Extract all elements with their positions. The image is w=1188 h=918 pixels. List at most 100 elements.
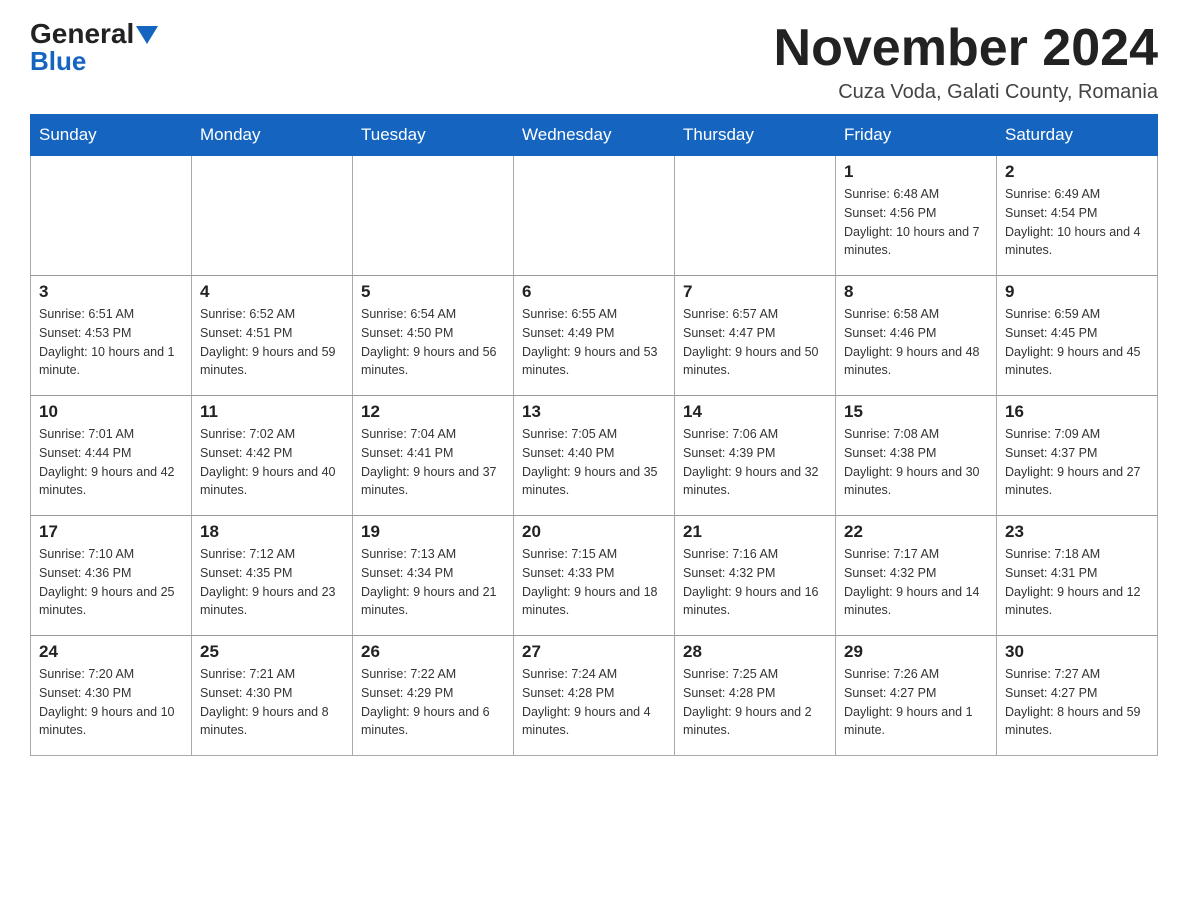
day-info: Sunrise: 6:52 AMSunset: 4:51 PMDaylight:…	[200, 305, 344, 380]
weekday-header-row: SundayMondayTuesdayWednesdayThursdayFrid…	[31, 115, 1158, 156]
location: Cuza Voda, Galati County, Romania	[774, 81, 1158, 104]
calendar-cell: 11 Sunrise: 7:02 AMSunset: 4:42 PMDayligh…	[192, 396, 353, 516]
calendar-cell	[353, 156, 514, 276]
calendar-cell: 18 Sunrise: 7:12 AMSunset: 4:35 PMDayligh…	[192, 516, 353, 636]
calendar-cell: 6Sunrise: 6:55 AMSunset: 4:49 PMDaylight…	[514, 276, 675, 396]
day-info: Sunrise: 7:26 AMSunset: 4:27 PMDaylight:…	[844, 665, 988, 740]
day-number: 23	[1005, 522, 1149, 542]
day-info: Sunrise: 7:21 AMSunset: 4:30 PMDaylight:…	[200, 665, 344, 740]
calendar-cell: 7Sunrise: 6:57 AMSunset: 4:47 PMDaylight…	[675, 276, 836, 396]
calendar-cell: 30 Sunrise: 7:27 AMSunset: 4:27 PMDayligh…	[997, 636, 1158, 756]
day-info: Sunrise: 7:10 AMSunset: 4:36 PMDaylight:…	[39, 545, 183, 620]
calendar-cell: 24 Sunrise: 7:20 AMSunset: 4:30 PMDayligh…	[31, 636, 192, 756]
calendar-cell	[31, 156, 192, 276]
calendar-week-3: 10 Sunrise: 7:01 AMSunset: 4:44 PMDayligh…	[31, 396, 1158, 516]
calendar-cell: 10 Sunrise: 7:01 AMSunset: 4:44 PMDayligh…	[31, 396, 192, 516]
day-info: Sunrise: 7:05 AMSunset: 4:40 PMDaylight:…	[522, 425, 666, 500]
calendar-cell: 9 Sunrise: 6:59 AMSunset: 4:45 PMDaylight…	[997, 276, 1158, 396]
day-info: Sunrise: 7:27 AMSunset: 4:27 PMDaylight:…	[1005, 665, 1149, 740]
calendar-cell: 2 Sunrise: 6:49 AMSunset: 4:54 PMDaylight…	[997, 156, 1158, 276]
day-number: 29	[844, 642, 988, 662]
day-info: Sunrise: 7:22 AMSunset: 4:29 PMDaylight:…	[361, 665, 505, 740]
calendar-cell	[675, 156, 836, 276]
calendar-cell: 22Sunrise: 7:17 AMSunset: 4:32 PMDayligh…	[836, 516, 997, 636]
calendar-cell: 13 Sunrise: 7:05 AMSunset: 4:40 PMDayligh…	[514, 396, 675, 516]
logo-triangle-icon	[136, 26, 158, 44]
calendar-week-5: 24 Sunrise: 7:20 AMSunset: 4:30 PMDayligh…	[31, 636, 1158, 756]
day-info: Sunrise: 6:59 AMSunset: 4:45 PMDaylight:…	[1005, 305, 1149, 380]
logo-general: General	[30, 20, 134, 48]
calendar-cell: 29 Sunrise: 7:26 AMSunset: 4:27 PMDayligh…	[836, 636, 997, 756]
day-number: 3	[39, 282, 183, 302]
day-info: Sunrise: 7:24 AMSunset: 4:28 PMDaylight:…	[522, 665, 666, 740]
calendar-cell: 5Sunrise: 6:54 AMSunset: 4:50 PMDaylight…	[353, 276, 514, 396]
weekday-header-thursday: Thursday	[675, 115, 836, 156]
day-number: 15	[844, 402, 988, 422]
day-number: 14	[683, 402, 827, 422]
day-number: 28	[683, 642, 827, 662]
day-info: Sunrise: 7:08 AMSunset: 4:38 PMDaylight:…	[844, 425, 988, 500]
day-number: 24	[39, 642, 183, 662]
day-number: 21	[683, 522, 827, 542]
calendar-cell: 3 Sunrise: 6:51 AMSunset: 4:53 PMDaylight…	[31, 276, 192, 396]
calendar-cell: 19Sunrise: 7:13 AMSunset: 4:34 PMDayligh…	[353, 516, 514, 636]
day-number: 25	[200, 642, 344, 662]
day-number: 17	[39, 522, 183, 542]
calendar-table: SundayMondayTuesdayWednesdayThursdayFrid…	[30, 114, 1158, 756]
day-number: 7	[683, 282, 827, 302]
calendar-cell: 27 Sunrise: 7:24 AMSunset: 4:28 PMDayligh…	[514, 636, 675, 756]
calendar-week-2: 3 Sunrise: 6:51 AMSunset: 4:53 PMDaylight…	[31, 276, 1158, 396]
month-title: November 2024	[774, 20, 1158, 77]
day-number: 1	[844, 162, 988, 182]
day-info: Sunrise: 6:58 AMSunset: 4:46 PMDaylight:…	[844, 305, 988, 380]
day-number: 9	[1005, 282, 1149, 302]
day-info: Sunrise: 7:02 AMSunset: 4:42 PMDaylight:…	[200, 425, 344, 500]
day-number: 10	[39, 402, 183, 422]
day-number: 27	[522, 642, 666, 662]
day-number: 2	[1005, 162, 1149, 182]
day-info: Sunrise: 6:49 AMSunset: 4:54 PMDaylight:…	[1005, 185, 1149, 260]
calendar-week-4: 17 Sunrise: 7:10 AMSunset: 4:36 PMDayligh…	[31, 516, 1158, 636]
day-info: Sunrise: 7:20 AMSunset: 4:30 PMDaylight:…	[39, 665, 183, 740]
calendar-cell: 17 Sunrise: 7:10 AMSunset: 4:36 PMDayligh…	[31, 516, 192, 636]
day-info: Sunrise: 6:54 AMSunset: 4:50 PMDaylight:…	[361, 305, 505, 380]
day-number: 19	[361, 522, 505, 542]
calendar-cell	[192, 156, 353, 276]
day-number: 13	[522, 402, 666, 422]
day-info: Sunrise: 7:16 AMSunset: 4:32 PMDaylight:…	[683, 545, 827, 620]
weekday-header-sunday: Sunday	[31, 115, 192, 156]
day-info: Sunrise: 7:15 AMSunset: 4:33 PMDaylight:…	[522, 545, 666, 620]
title-block: November 2024 Cuza Voda, Galati County, …	[774, 20, 1158, 104]
day-number: 30	[1005, 642, 1149, 662]
day-info: Sunrise: 6:51 AMSunset: 4:53 PMDaylight:…	[39, 305, 183, 380]
day-number: 22	[844, 522, 988, 542]
weekday-header-friday: Friday	[836, 115, 997, 156]
calendar-cell: 12 Sunrise: 7:04 AMSunset: 4:41 PMDayligh…	[353, 396, 514, 516]
weekday-header-monday: Monday	[192, 115, 353, 156]
weekday-header-saturday: Saturday	[997, 115, 1158, 156]
day-number: 18	[200, 522, 344, 542]
day-info: Sunrise: 7:09 AMSunset: 4:37 PMDaylight:…	[1005, 425, 1149, 500]
day-number: 11	[200, 402, 344, 422]
day-info: Sunrise: 7:01 AMSunset: 4:44 PMDaylight:…	[39, 425, 183, 500]
day-info: Sunrise: 6:48 AMSunset: 4:56 PMDaylight:…	[844, 185, 988, 260]
weekday-header-wednesday: Wednesday	[514, 115, 675, 156]
day-info: Sunrise: 7:18 AMSunset: 4:31 PMDaylight:…	[1005, 545, 1149, 620]
calendar-cell: 28Sunrise: 7:25 AMSunset: 4:28 PMDayligh…	[675, 636, 836, 756]
page-header: General Blue November 2024 Cuza Voda, Ga…	[30, 20, 1158, 104]
calendar-cell: 8 Sunrise: 6:58 AMSunset: 4:46 PMDaylight…	[836, 276, 997, 396]
calendar-cell: 14Sunrise: 7:06 AMSunset: 4:39 PMDayligh…	[675, 396, 836, 516]
day-number: 12	[361, 402, 505, 422]
calendar-cell: 23 Sunrise: 7:18 AMSunset: 4:31 PMDayligh…	[997, 516, 1158, 636]
calendar-cell: 26 Sunrise: 7:22 AMSunset: 4:29 PMDayligh…	[353, 636, 514, 756]
calendar-cell: 21 Sunrise: 7:16 AMSunset: 4:32 PMDayligh…	[675, 516, 836, 636]
day-info: Sunrise: 7:12 AMSunset: 4:35 PMDaylight:…	[200, 545, 344, 620]
calendar-cell: 25 Sunrise: 7:21 AMSunset: 4:30 PMDayligh…	[192, 636, 353, 756]
day-number: 26	[361, 642, 505, 662]
day-number: 8	[844, 282, 988, 302]
weekday-header-tuesday: Tuesday	[353, 115, 514, 156]
calendar-cell: 1 Sunrise: 6:48 AMSunset: 4:56 PMDaylight…	[836, 156, 997, 276]
day-number: 16	[1005, 402, 1149, 422]
logo-blue: Blue	[30, 46, 86, 77]
day-info: Sunrise: 7:04 AMSunset: 4:41 PMDaylight:…	[361, 425, 505, 500]
